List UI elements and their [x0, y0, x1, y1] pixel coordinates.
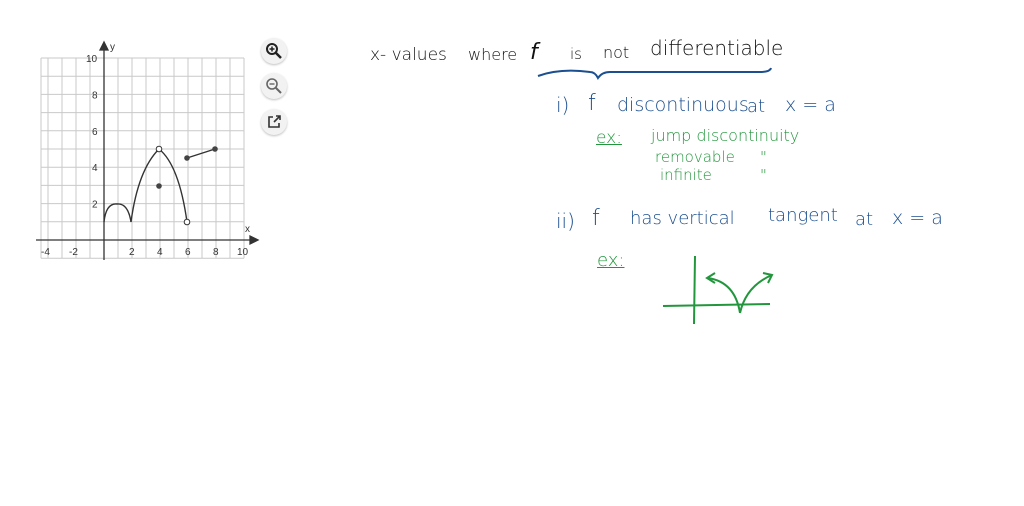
y-axis-label: y — [110, 42, 115, 53]
y-tick-label: 6 — [92, 127, 98, 138]
brace — [537, 67, 772, 80]
filled-point-8-5 — [212, 146, 218, 152]
ex1-ditto-2: " — [760, 166, 767, 184]
y-tick-label: 4 — [92, 163, 98, 174]
y-tick-label: 10 — [86, 54, 98, 65]
y-axis-arrow — [98, 40, 110, 51]
external-link-icon — [268, 115, 281, 128]
item1-text: discontinuous — [617, 94, 749, 116]
item2-number: ii) — [556, 209, 575, 233]
heading-where: where — [468, 45, 518, 64]
item2-f: f — [592, 206, 600, 231]
filled-point-4-3 — [156, 183, 162, 189]
x-axis-label: x — [245, 224, 250, 235]
x-tick-label: -4 — [41, 247, 50, 258]
x-tick-label: 4 — [157, 247, 163, 258]
filled-point-6-4.5 — [184, 155, 190, 161]
function-graph: -4 -2 2 4 6 8 10 2 4 6 8 10 x y — [36, 40, 260, 260]
ex1-infinite: infinite — [660, 166, 712, 184]
x-tick-label: -2 — [69, 247, 78, 258]
y-tick-label: 8 — [92, 90, 98, 101]
heading-differentiable: differentiable — [650, 36, 784, 60]
item1-at: at — [747, 96, 766, 117]
x-tick-label: 2 — [129, 247, 135, 258]
item1-f: f — [588, 91, 596, 116]
ex2-label: ex: — [597, 250, 625, 271]
x-tick-label: 10 — [237, 247, 249, 258]
ex1-ditto-1: " — [760, 148, 767, 166]
zoom-out-icon — [266, 78, 282, 94]
x-tick-label: 6 — [185, 247, 191, 258]
x-tick-label: 8 — [213, 247, 219, 258]
item1-condition: x = a — [785, 94, 836, 116]
ex1-jump: jump discontinuity — [651, 126, 800, 145]
open-point-4-5 — [155, 145, 163, 153]
heading-f: f — [530, 40, 538, 65]
segment-6-8 — [186, 148, 216, 159]
ex1-label: ex: — [596, 128, 622, 148]
zoom-in-button[interactable] — [261, 38, 287, 64]
open-point-6-1 — [183, 218, 191, 226]
zoom-out-button[interactable] — [261, 73, 287, 99]
open-external-button[interactable] — [261, 109, 287, 135]
item2-tangent: tangent — [768, 205, 838, 226]
item2-condition: x = a — [892, 207, 943, 229]
y-tick-label: 2 — [92, 200, 98, 211]
item2-at: at — [855, 209, 874, 230]
heading-not: not — [603, 43, 630, 62]
heading-is: is — [570, 45, 582, 63]
item2-text: has vertical — [630, 208, 735, 229]
x-axis-arrow — [249, 234, 260, 246]
heading-x-values: x- values — [370, 45, 447, 65]
ex1-removable: removable — [655, 148, 735, 166]
vertical-tangent-sketch — [662, 255, 774, 325]
item1-number: i) — [556, 93, 570, 117]
zoom-in-icon — [266, 43, 282, 59]
